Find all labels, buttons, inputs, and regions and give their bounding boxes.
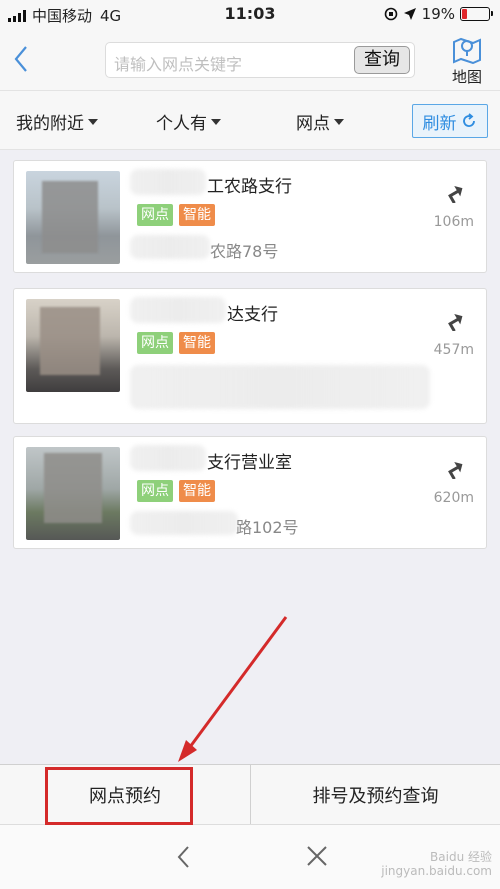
branch-photo (26, 171, 120, 264)
location-arrow-icon (403, 8, 416, 20)
caret-down-icon (211, 118, 221, 125)
search-button[interactable]: 查询 (354, 46, 410, 74)
search-input[interactable]: 请输入网点关键字 查询 (105, 42, 415, 78)
map-button[interactable]: 地图 (446, 34, 488, 86)
orientation-lock-icon (384, 7, 397, 21)
tag-outlet: 网点 (137, 332, 173, 354)
blurred-text (130, 235, 210, 259)
refresh-button[interactable]: 刷新 (412, 104, 488, 138)
chevron-left-icon (14, 46, 27, 72)
branch-photo (26, 447, 120, 540)
tag-outlet: 网点 (137, 480, 173, 502)
caret-down-icon (334, 118, 344, 125)
branch-address: 农路78号 (210, 242, 279, 261)
status-bar: 中国移动 4G 11:03 19% (0, 0, 500, 30)
close-icon (307, 846, 327, 866)
directions-icon[interactable] (442, 307, 466, 331)
branch-photo (26, 299, 120, 392)
annotation-highlight-box (45, 767, 193, 825)
branch-card[interactable]: 支行营业室 网点 智能 路102号 620m (13, 436, 487, 549)
map-label: 地图 (451, 68, 482, 86)
chevron-left-icon (177, 846, 189, 868)
filter-personal[interactable]: 个人有 (156, 109, 221, 134)
branch-card[interactable]: 工农路支行 网点 智能 农路78号 106m (13, 160, 487, 273)
branch-distance: 620m (433, 490, 474, 506)
refresh-icon (462, 113, 475, 127)
blurred-text (130, 365, 430, 409)
branch-name: 支行营业室 (207, 453, 292, 473)
filter-outlet[interactable]: 网点 (296, 109, 344, 134)
filter-personal-label: 个人有 (156, 114, 207, 134)
battery-icon (460, 7, 493, 21)
tag-outlet: 网点 (137, 204, 173, 226)
tag-smart: 智能 (179, 332, 215, 354)
watermark-line1: Baidu 经验 (430, 850, 492, 864)
tab-queue-query[interactable]: 排号及预约查询 (251, 765, 500, 825)
header-bar: 请输入网点关键字 查询 地图 (0, 30, 500, 90)
filter-outlet-label: 网点 (296, 114, 330, 134)
blurred-text (130, 445, 206, 471)
browser-back-button[interactable] (170, 841, 200, 873)
search-placeholder: 请输入网点关键字 (114, 55, 243, 74)
branch-address: 路102号 (236, 518, 299, 537)
filter-nearby[interactable]: 我的附近 (16, 109, 98, 134)
watermark-line2: jingyan.baidu.com (381, 864, 492, 878)
directions-icon[interactable] (442, 179, 466, 203)
blurred-text (130, 511, 238, 535)
tag-smart: 智能 (179, 480, 215, 502)
caret-down-icon (88, 118, 98, 125)
branch-distance: 106m (433, 214, 474, 230)
blurred-text (130, 297, 226, 323)
tag-smart: 智能 (179, 204, 215, 226)
battery-percent: 19% (421, 5, 455, 23)
directions-icon[interactable] (442, 455, 466, 479)
branch-distance: 457m (433, 342, 474, 358)
branch-name: 达支行 (227, 305, 278, 325)
watermark: Baidu 经验 jingyan.baidu.com (381, 850, 492, 878)
blurred-text (130, 169, 206, 195)
branch-name: 工农路支行 (207, 177, 292, 197)
browser-close-button[interactable] (300, 841, 334, 873)
refresh-label: 刷新 (422, 113, 457, 134)
map-pin-icon (453, 37, 481, 65)
branch-card[interactable]: 达支行 网点 智能 457m (13, 288, 487, 424)
back-button[interactable] (8, 42, 38, 76)
filter-nearby-label: 我的附近 (16, 114, 84, 134)
